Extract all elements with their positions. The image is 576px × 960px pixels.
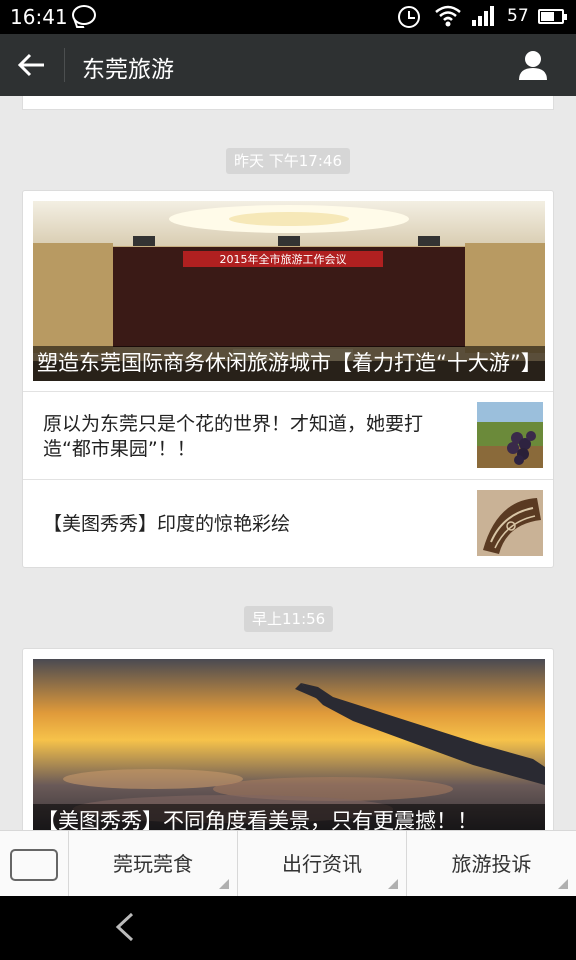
person-icon[interactable]	[514, 48, 552, 82]
header-divider	[64, 48, 65, 82]
main-article-title: 【美图秀秀】不同角度看美景，只有更震撼！！	[33, 804, 545, 830]
keyboard-toggle-button[interactable]	[0, 831, 69, 897]
menu-item-fun-food[interactable]: 莞玩莞食	[69, 831, 238, 897]
henna-thumbnail	[477, 490, 543, 556]
message-feed[interactable]: 昨天 下午17:46 2015年全市旅游工作会议 塑造东莞国际商务休闲旅游城市【…	[0, 96, 576, 830]
battery-icon	[538, 9, 567, 24]
signal-3g-icon	[472, 6, 494, 26]
article-card: 【美图秀秀】不同角度看美景，只有更震撼！！	[22, 648, 554, 830]
sub-article-item[interactable]: 原以为东莞只是个花的世界！才知道，她要打造“都市果园”！！	[23, 391, 553, 479]
sub-article-title: 原以为东莞只是个花的世界！才知道，她要打造“都市果园”！！	[43, 413, 424, 460]
previous-article-card[interactable]	[22, 96, 554, 110]
sub-article-title: 【美图秀秀】印度的惊艳彩绘	[43, 513, 291, 535]
alarm-icon	[398, 6, 420, 28]
sub-article-item[interactable]: 【美图秀秀】印度的惊艳彩绘	[23, 479, 553, 567]
conference-banner-text: 2015年全市旅游工作会议	[220, 252, 347, 266]
menu-item-complaints[interactable]: 旅游投诉	[407, 831, 576, 897]
main-article[interactable]: 【美图秀秀】不同角度看美景，只有更震撼！！	[33, 659, 545, 830]
back-arrow-icon[interactable]	[14, 50, 48, 80]
main-article-title: 塑造东莞国际商务休闲旅游城市【着力打造“十大游”】	[33, 346, 545, 381]
chat-bubble-icon	[72, 5, 96, 25]
keyboard-icon	[10, 849, 58, 881]
system-nav-bar	[0, 896, 576, 960]
menu-item-travel-info[interactable]: 出行资讯	[238, 831, 407, 897]
wifi-icon	[435, 5, 461, 27]
timestamp: 早上11:56	[244, 606, 334, 632]
custom-menu-bar: 莞玩莞食 出行资讯 旅游投诉	[0, 830, 576, 897]
nav-back-icon[interactable]	[110, 910, 142, 944]
article-card: 2015年全市旅游工作会议 塑造东莞国际商务休闲旅游城市【着力打造“十大游”】 …	[22, 190, 554, 568]
status-bar: 16:41 57	[0, 0, 576, 34]
main-article[interactable]: 2015年全市旅游工作会议 塑造东莞国际商务休闲旅游城市【着力打造“十大游”】	[33, 201, 545, 381]
clock: 16:41	[10, 5, 68, 29]
timestamp: 昨天 下午17:46	[226, 148, 350, 174]
battery-level: 57	[507, 6, 529, 26]
page-title: 东莞旅游	[82, 57, 174, 83]
grapes-thumbnail	[477, 402, 543, 468]
app-header: 东莞旅游	[0, 34, 576, 96]
